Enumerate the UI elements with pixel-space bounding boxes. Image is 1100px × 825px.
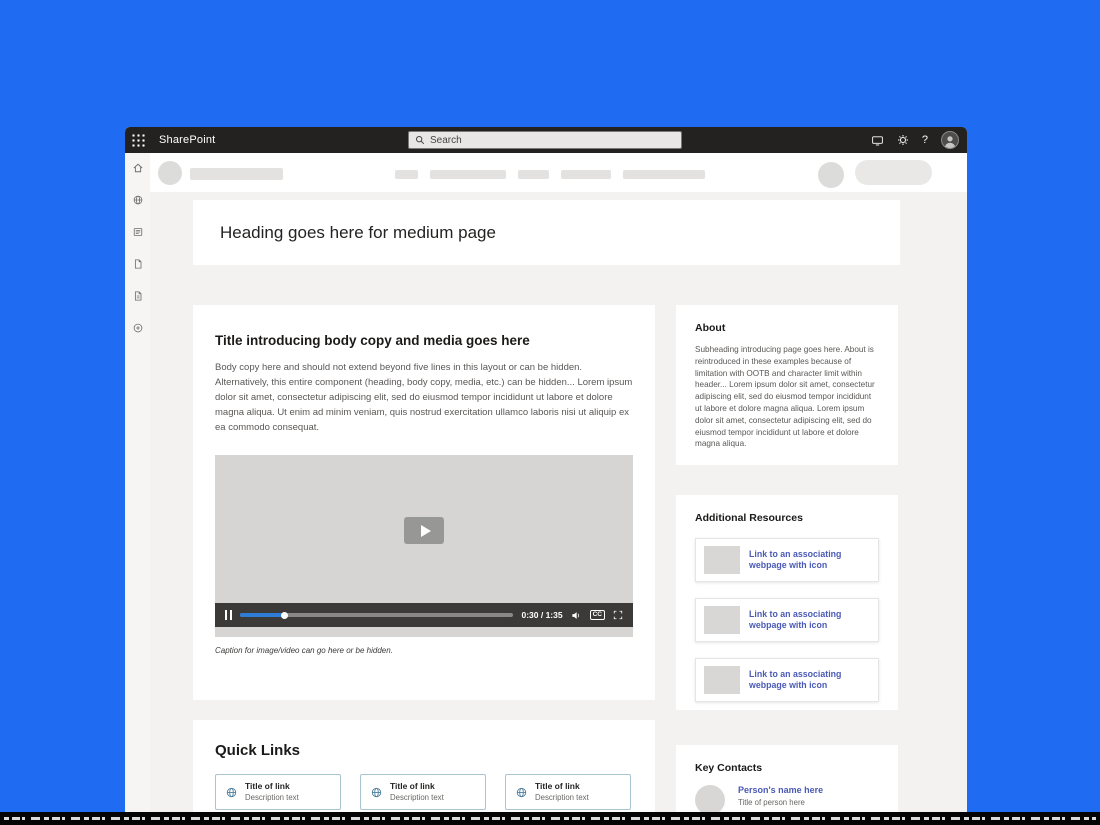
app-title: SharePoint [159,134,215,146]
resource-link-label: Link to an associating webpage with icon [749,549,861,572]
resource-link-label: Link to an associating webpage with icon [749,609,861,632]
desktop: SharePoint Search [0,0,1100,825]
section-heading: Title introducing body copy and media go… [215,333,633,348]
text-media-section: Title introducing body copy and media go… [193,305,655,700]
play-icon [421,525,431,537]
resource-link-item[interactable]: Link to an associating webpage with icon [695,658,879,702]
additional-resources-section: Additional Resources Link to an associat… [676,495,898,710]
nav-item-placeholder[interactable] [395,170,418,179]
news-icon[interactable] [132,226,144,238]
create-plus-icon[interactable] [132,322,144,334]
nav-item-placeholder[interactable] [623,170,705,179]
site-nav [395,170,705,179]
home-icon[interactable] [132,162,144,174]
resources-title: Additional Resources [695,512,879,524]
closed-captions-button[interactable]: CC [590,610,605,621]
quick-link-title: Title of link [245,781,299,792]
volume-icon[interactable] [571,610,582,621]
app-bar [125,153,150,812]
quick-link-tile[interactable]: Title of link Description text [360,774,486,810]
filmstrip-micro-text [4,817,1096,820]
resource-link-item[interactable]: Link to an associating webpage with icon [695,538,879,582]
quick-links-title: Quick Links [215,742,633,759]
quick-links-section: Quick Links Title of link Description te… [193,720,655,812]
person-name-link[interactable]: Person's name here [738,785,823,795]
pause-button[interactable] [225,610,232,620]
quick-link-description: Description text [535,793,589,803]
contact-person: Person's name here Title of person here [695,785,879,812]
search-icon [415,135,425,145]
resource-thumbnail-placeholder [704,606,740,634]
quick-link-description: Description text [245,793,299,803]
contacts-title: Key Contacts [695,762,879,774]
resource-thumbnail-placeholder [704,666,740,694]
body-copy: Body copy here and should not extend bey… [215,360,637,435]
globe-icon [225,786,238,799]
suite-bar-actions: ? [871,127,959,153]
quick-link-title: Title of link [535,781,589,792]
page-title: Heading goes here for medium page [220,223,496,243]
nav-item-placeholder[interactable] [518,170,549,179]
app-launcher-button[interactable] [125,127,151,153]
page-canvas: Heading goes here for medium page Title … [150,192,967,812]
quick-link-description: Description text [390,793,444,803]
progress-fill [240,613,284,617]
search-placeholder: Search [430,135,462,146]
sharepoint-window: SharePoint Search [125,127,967,812]
resources-list: Link to an associating webpage with icon… [695,538,879,702]
fullscreen-icon[interactable] [613,610,623,620]
nav-item-placeholder[interactable] [561,170,611,179]
time-display: 0:30 / 1:35 [521,610,562,620]
device-icon[interactable] [871,134,884,147]
quick-links-row: Title of link Description text Title of … [215,774,633,810]
resource-link-label: Link to an associating webpage with icon [749,669,861,692]
about-body: Subheading introducing page goes here. A… [695,344,879,450]
waffle-icon [131,133,145,147]
play-button[interactable] [404,517,444,544]
person-avatar-placeholder [695,785,725,812]
title-section: Heading goes here for medium page [193,200,900,265]
header-circle-placeholder [818,162,844,188]
about-title: About [695,322,879,334]
search-input[interactable]: Search [408,131,682,149]
about-section: About Subheading introducing page goes h… [676,305,898,465]
nav-item-placeholder[interactable] [430,170,506,179]
progress-slider[interactable] [240,613,513,617]
document-text-icon[interactable] [132,290,144,302]
resource-link-item[interactable]: Link to an associating webpage with icon [695,598,879,642]
video-controls: 0:30 / 1:35 CC [215,603,633,627]
resource-thumbnail-placeholder [704,546,740,574]
key-contacts-section: Key Contacts Person's name here Title of… [676,745,898,812]
help-icon[interactable]: ? [922,134,928,146]
site-title-placeholder[interactable] [190,168,283,180]
person-role: Title of person here [738,798,823,807]
document-icon[interactable] [132,258,144,270]
globe-icon [370,786,383,799]
globe-icon [515,786,528,799]
globe-icon[interactable] [132,194,144,206]
header-button-placeholder[interactable] [855,160,932,185]
quick-link-title: Title of link [390,781,444,792]
suite-bar: SharePoint Search [125,127,967,153]
settings-gear-icon[interactable] [897,134,909,146]
media-caption: Caption for image/video can go here or b… [215,646,633,655]
quick-link-tile[interactable]: Title of link Description text [215,774,341,810]
video-player[interactable]: 0:30 / 1:35 CC [215,455,633,637]
account-avatar[interactable] [941,131,959,149]
site-logo-placeholder[interactable] [158,161,182,185]
quick-link-tile[interactable]: Title of link Description text [505,774,631,810]
site-header [150,153,967,192]
filmstrip-strip [0,812,1100,825]
progress-knob[interactable] [281,612,288,619]
